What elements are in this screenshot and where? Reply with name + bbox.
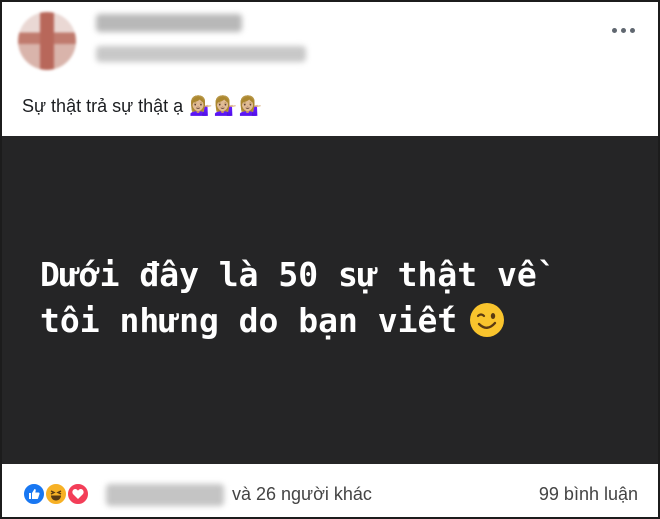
image-line-2: tôi nhưng do bạn viết: [40, 301, 458, 340]
author-name-blurred[interactable]: [96, 14, 242, 32]
post-caption: Sự thật trả sự thật ạ 💁🏼‍♀️💁🏼‍♀️💁🏼‍♀️: [22, 94, 263, 118]
caption-text: Sự thật trả sự thật ạ: [22, 95, 184, 116]
love-icon: [66, 482, 90, 506]
post-image-text: Dưới đây là 50 sự thật về tôi nhưng do b…: [40, 252, 537, 344]
post-header: [0, 0, 660, 86]
like-icon: [22, 482, 46, 506]
post-meta-blurred: [96, 46, 306, 62]
caption-emoji: 💁🏼‍♀️💁🏼‍♀️💁🏼‍♀️: [189, 96, 264, 117]
wink-face-icon: [470, 303, 505, 337]
haha-icon: [44, 482, 68, 506]
post-footer: và 26 người khác 99 bình luận: [0, 466, 660, 517]
others-reacted-text[interactable]: và 26 người khác: [232, 484, 372, 505]
image-line-1: Dưới đây là 50 sự thật về: [40, 255, 537, 294]
avatar[interactable]: [18, 12, 76, 70]
reactor-names-blurred[interactable]: [106, 484, 224, 506]
reactions-summary[interactable]: [22, 482, 106, 506]
comments-count[interactable]: 99 bình luận: [539, 484, 638, 505]
more-horizontal-icon[interactable]: [606, 18, 640, 42]
